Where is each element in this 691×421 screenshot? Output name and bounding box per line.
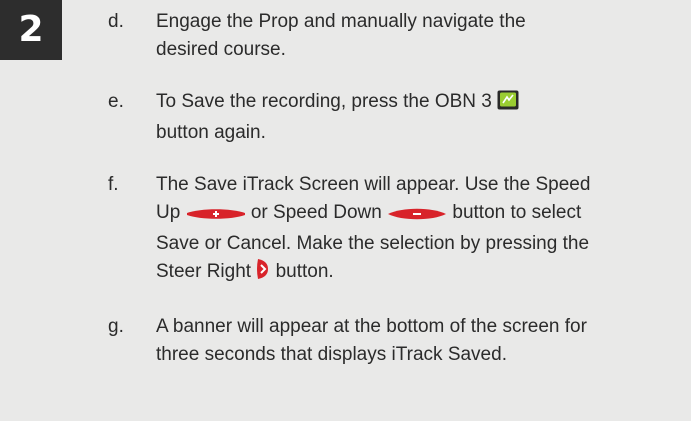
step-letter: f. xyxy=(108,174,119,195)
speed-up-button-icon xyxy=(186,202,246,230)
step-text-segment: button to select xyxy=(452,202,582,223)
step-letter: d. xyxy=(108,11,124,32)
step-text-segment: button. xyxy=(275,261,334,282)
steer-right-button-icon xyxy=(256,258,270,289)
step-line: desired course. xyxy=(156,39,286,60)
step-d: d. Engage the Prop and manually navigate… xyxy=(108,8,683,64)
step-line: Engage the Prop and manually navigate th… xyxy=(156,11,526,32)
step-text-segment: or Speed Down xyxy=(250,202,382,223)
step-text-segment: Up xyxy=(156,202,181,223)
speed-down-button-icon xyxy=(387,202,447,230)
step-text: Engage the Prop and manually navigate th… xyxy=(156,8,683,64)
step-g: g. A banner will appear at the bottom of… xyxy=(108,313,683,369)
instruction-list: d. Engage the Prop and manually navigate… xyxy=(108,8,683,369)
step-e: e. To Save the recording, press the OBN … xyxy=(108,88,683,147)
step-text-segment: To Save the recording, press the OBN 3 xyxy=(156,91,492,112)
step-letter: g. xyxy=(108,316,124,337)
step-line: The Save iTrack Screen will appear. Use … xyxy=(156,174,591,195)
step-line: A banner will appear at the bottom of th… xyxy=(156,316,587,337)
section-number-badge: 2 xyxy=(0,0,62,60)
step-text: To Save the recording, press the OBN 3 b… xyxy=(156,88,683,147)
step-letter: e. xyxy=(108,91,124,112)
step-f: f. The Save iTrack Screen will appear. U… xyxy=(108,171,683,289)
step-line: Up or Speed Down button to select xyxy=(156,199,683,230)
step-line: Save or Cancel. Make the selection by pr… xyxy=(156,233,590,254)
step-line: button again. xyxy=(156,122,266,143)
step-line: Steer Right button. xyxy=(156,258,683,289)
step-line: three seconds that displays iTrack Saved… xyxy=(156,344,507,365)
step-text-segment: Steer Right xyxy=(156,261,252,282)
obn3-button-icon xyxy=(497,90,519,119)
step-line: To Save the recording, press the OBN 3 xyxy=(156,88,683,119)
step-text: A banner will appear at the bottom of th… xyxy=(156,313,683,369)
step-text: The Save iTrack Screen will appear. Use … xyxy=(156,171,683,289)
